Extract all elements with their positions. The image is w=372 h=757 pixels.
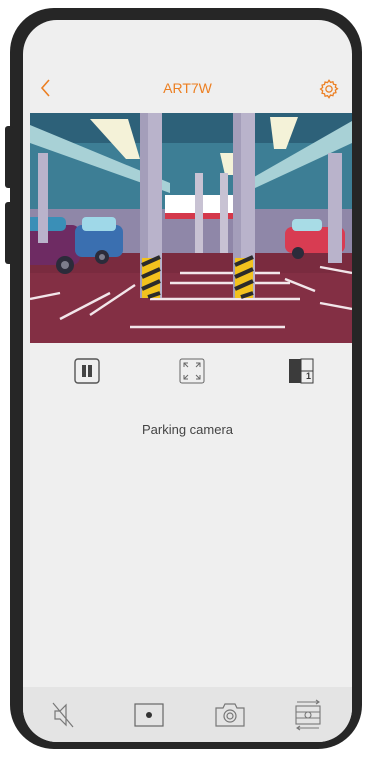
page-title: ART7W <box>163 80 212 96</box>
parking-scene-image <box>30 113 352 343</box>
phone-side-button-top <box>5 126 13 188</box>
camera-video-feed[interactable] <box>30 113 352 343</box>
pause-icon[interactable] <box>73 357 101 385</box>
header: ART7W <box>23 20 352 112</box>
fullscreen-icon[interactable] <box>178 357 206 385</box>
switch-camera-icon[interactable] <box>291 699 325 731</box>
app-screen: ART7W 1 Parking camera <box>23 20 352 742</box>
bottom-toolbar <box>23 687 352 742</box>
phone-side-button-bottom <box>5 202 13 264</box>
record-icon[interactable] <box>132 699 166 731</box>
settings-gear-icon[interactable] <box>318 78 340 100</box>
camera-icon[interactable] <box>213 699 247 731</box>
camera-name-label: Parking camera <box>141 422 234 437</box>
video-controls: 1 <box>23 357 352 389</box>
grid-count-badge: 1 <box>305 371 311 381</box>
grid-layout-icon[interactable]: 1 <box>287 357 315 385</box>
speaker-muted-icon[interactable] <box>47 699 81 731</box>
